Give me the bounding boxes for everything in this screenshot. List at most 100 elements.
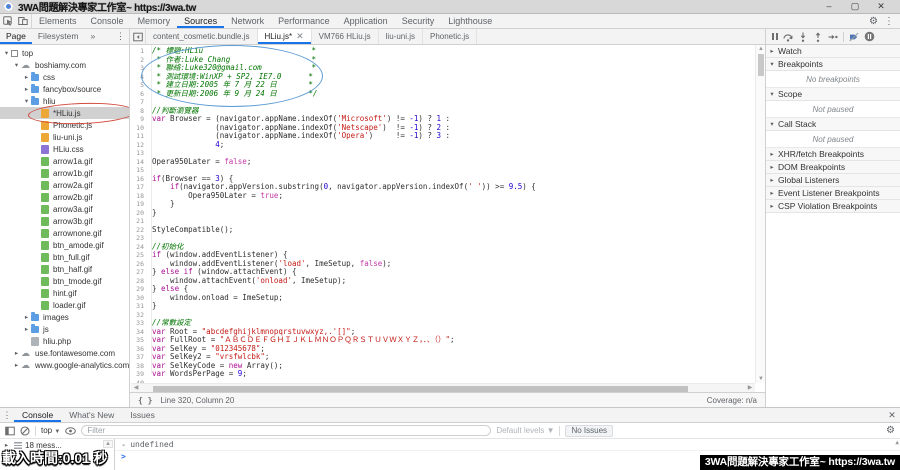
tree-item-images[interactable]: ▸images <box>0 311 129 323</box>
code-line[interactable]: 19 } <box>131 200 755 209</box>
tree-item-arrow3b-gif[interactable]: arrow3b.gif <box>0 215 129 227</box>
line-number[interactable]: 24 <box>131 243 148 252</box>
chevron-right-icon[interactable]: ▸ <box>766 176 778 184</box>
line-number[interactable]: 37 <box>131 353 148 362</box>
tree-item-phonetic-js[interactable]: Phonetic.js <box>0 119 129 131</box>
line-number[interactable]: 36 <box>131 345 148 354</box>
tree-item-loader-gif[interactable]: loader.gif <box>0 299 129 311</box>
line-number[interactable]: 3 <box>131 64 148 73</box>
line-number[interactable]: 18 <box>131 192 148 201</box>
chevron-down-icon[interactable]: ▾ <box>12 61 21 69</box>
debugger-section-watch[interactable]: ▸Watch <box>766 45 900 58</box>
console-settings-gear-icon[interactable]: ⚙ <box>886 425 895 436</box>
chevron-right-icon[interactable]: ▸ <box>22 73 31 81</box>
tab-performance[interactable]: Performance <box>271 14 337 28</box>
chevron-right-icon[interactable]: ▸ <box>12 349 21 357</box>
line-number[interactable]: 35 <box>131 336 148 345</box>
tree-item-www-google-analytics-com[interactable]: ▸☁www.google-analytics.com <box>0 359 129 371</box>
tab-security[interactable]: Security <box>395 14 442 28</box>
console-tab-issues[interactable]: Issues <box>122 408 163 422</box>
source-editor[interactable]: 1/* 標題:HLiu *2 * 作者:Luke Chang *3 * 聯絡:L… <box>131 45 765 392</box>
line-number[interactable]: 10 <box>131 124 148 133</box>
code-line[interactable]: 7 <box>131 98 755 107</box>
close-drawer-icon[interactable]: ✕ <box>884 408 900 422</box>
line-number[interactable]: 17 <box>131 183 148 192</box>
file-tab-liu-uni-js[interactable]: liu-uni.js <box>379 29 423 44</box>
line-number[interactable]: 16 <box>131 175 148 184</box>
settings-gear-icon[interactable]: ⚙ <box>869 16 878 27</box>
scroll-right-icon[interactable]: ▶ <box>745 384 755 392</box>
line-number[interactable]: 21 <box>131 217 148 226</box>
chevron-right-icon[interactable]: ▸ <box>22 325 31 333</box>
pretty-print-icon[interactable]: { } <box>138 396 152 405</box>
debugger-section-breakpoints[interactable]: ▾Breakpoints <box>766 58 900 71</box>
tree-item-arrow2b-gif[interactable]: arrow2b.gif <box>0 191 129 203</box>
navigator-tab-filesystem[interactable]: Filesystem <box>32 29 85 44</box>
code-line[interactable]: 14Opera950Later = false; <box>131 158 755 167</box>
line-number[interactable]: 26 <box>131 260 148 269</box>
code-line[interactable]: 23 <box>131 234 755 243</box>
chevron-down-icon[interactable]: ▾ <box>766 60 778 68</box>
file-tab-phonetic-js[interactable]: Phonetic.js <box>423 29 477 44</box>
code-line[interactable]: 22StyleCompatible(); <box>131 226 755 235</box>
scroll-up-icon[interactable]: ▲ <box>756 45 765 53</box>
step-icon[interactable] <box>828 32 838 42</box>
line-number[interactable]: 20 <box>131 209 148 218</box>
step-into-icon[interactable] <box>798 32 808 42</box>
file-tab-hliu-js[interactable]: HLiu.js*✕ <box>258 29 312 44</box>
tree-item-arrow1a-gif[interactable]: arrow1a.gif <box>0 155 129 167</box>
line-number[interactable]: 34 <box>131 328 148 337</box>
debugger-section-xhr-fetch-breakpoints[interactable]: ▸XHR/fetch Breakpoints <box>766 148 900 161</box>
line-number[interactable]: 9 <box>131 115 148 124</box>
device-toolbar-icon[interactable] <box>18 16 28 26</box>
chevron-right-icon[interactable]: ▸ <box>766 189 778 197</box>
step-over-icon[interactable] <box>783 32 793 42</box>
tab-memory[interactable]: Memory <box>131 14 178 28</box>
navigator-tab-page[interactable]: Page <box>0 29 32 44</box>
scroll-down-icon[interactable]: ▼ <box>756 375 765 383</box>
code-line[interactable]: 18 Opera950Later = true; <box>131 192 755 201</box>
line-number[interactable]: 4 <box>131 73 148 82</box>
line-number[interactable]: 5 <box>131 81 148 90</box>
tree-item-arrow3a-gif[interactable]: arrow3a.gif <box>0 203 129 215</box>
file-tab-vm766-hliu-js[interactable]: VM766 HLiu.js <box>312 29 379 44</box>
tree-item-hliu[interactable]: ▾hliu <box>0 95 129 107</box>
line-number[interactable]: 38 <box>131 362 148 371</box>
line-number[interactable]: 23 <box>131 234 148 243</box>
tree-item-arrow1b-gif[interactable]: arrow1b.gif <box>0 167 129 179</box>
debugger-section-scope[interactable]: ▾Scope <box>766 88 900 101</box>
close-button[interactable]: ✕ <box>868 0 894 13</box>
line-number[interactable]: 7 <box>131 98 148 107</box>
pause-script-icon[interactable] <box>772 33 778 40</box>
console-tab-what-s-new[interactable]: What's New <box>61 408 122 422</box>
tree-item-use-fontawesome-com[interactable]: ▸☁use.fontawesome.com <box>0 347 129 359</box>
tree-item-btn-tmode-gif[interactable]: btn_tmode.gif <box>0 275 129 287</box>
code-line[interactable]: 32 <box>131 311 755 320</box>
tree-item-js[interactable]: ▸js <box>0 323 129 335</box>
context-selector[interactable]: top ▼ <box>41 426 60 435</box>
pause-on-exceptions-icon[interactable] <box>864 31 875 42</box>
chevron-right-icon[interactable]: ▸ <box>766 150 778 158</box>
line-number[interactable]: 1 <box>131 47 148 56</box>
scroll-up-icon[interactable]: ▲ <box>895 440 899 446</box>
tree-item-liu-uni-js[interactable]: liu-uni.js <box>0 131 129 143</box>
close-tab-icon[interactable]: ✕ <box>296 32 304 41</box>
tree-item-arrownone-gif[interactable]: arrownone.gif <box>0 227 129 239</box>
sidebar-scroll-up-icon[interactable]: ▲ <box>103 440 113 448</box>
line-number[interactable]: 32 <box>131 311 148 320</box>
line-number[interactable]: 6 <box>131 90 148 99</box>
chevron-down-icon[interactable]: ▾ <box>766 120 778 128</box>
minimize-button[interactable]: – <box>816 0 842 13</box>
line-number[interactable]: 15 <box>131 166 148 175</box>
editor-vertical-scrollbar[interactable]: ▲ ▼ <box>755 45 765 383</box>
maximize-button[interactable]: ▢ <box>842 0 868 13</box>
no-issues-badge[interactable]: No Issues <box>565 425 613 437</box>
chevron-down-icon[interactable]: ▾ <box>22 97 31 105</box>
code-line[interactable]: 12 4; <box>131 141 755 150</box>
chevron-right-icon[interactable]: ▸ <box>766 47 778 55</box>
tab-sources[interactable]: Sources <box>177 14 224 28</box>
debugger-section-csp-violation-breakpoints[interactable]: ▸CSP Violation Breakpoints <box>766 200 900 213</box>
chevron-down-icon[interactable]: ▾ <box>2 49 11 57</box>
code-line[interactable]: 6 * 更新日期:2006 年 9 月 24 日 */ <box>131 90 755 99</box>
code-line[interactable]: 30 window.onload = ImeSetup; <box>131 294 755 303</box>
